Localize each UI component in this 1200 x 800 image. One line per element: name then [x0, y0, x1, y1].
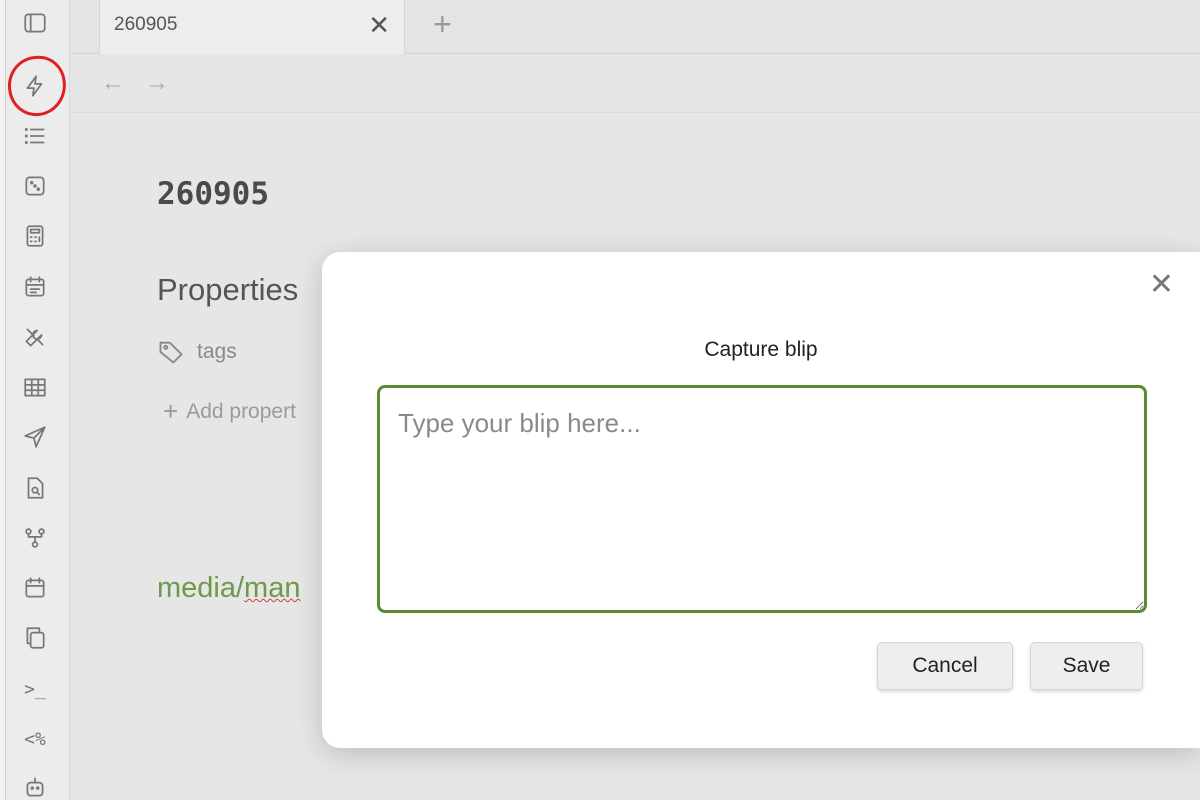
- dice-icon[interactable]: [20, 171, 50, 201]
- tools-icon[interactable]: [20, 322, 50, 352]
- add-property-label: Add propert: [186, 400, 296, 423]
- new-tab-icon[interactable]: +: [433, 6, 452, 43]
- lightning-icon[interactable]: [20, 71, 50, 101]
- tab-260905[interactable]: 260905 ✕: [99, 0, 405, 54]
- add-property-button[interactable]: + Add propert: [163, 396, 296, 427]
- send-icon[interactable]: [20, 422, 50, 452]
- terminal-icon[interactable]: >_: [20, 674, 50, 704]
- note-title[interactable]: 260905: [157, 176, 269, 212]
- table-icon[interactable]: [20, 372, 50, 402]
- save-button[interactable]: Save: [1030, 642, 1143, 690]
- modal-title: Capture blip: [704, 338, 818, 361]
- list-icon[interactable]: [20, 121, 50, 151]
- cancel-button[interactable]: Cancel: [877, 642, 1013, 690]
- media-link-prefix: media/: [157, 572, 245, 604]
- calendar-icon[interactable]: [20, 272, 50, 302]
- terminal-label: >_: [24, 678, 46, 700]
- media-link-rest: man: [244, 572, 301, 604]
- modal-close-icon[interactable]: ✕: [1149, 270, 1174, 300]
- bot-icon[interactable]: [20, 772, 50, 800]
- template-icon[interactable]: <%: [20, 724, 50, 754]
- tag-icon: [159, 341, 183, 364]
- tab-title: 260905: [114, 14, 178, 35]
- properties-heading: Properties: [157, 272, 299, 307]
- file-search-icon[interactable]: [20, 473, 50, 503]
- sidebar-toggle-icon[interactable]: [20, 8, 50, 38]
- tags-label: tags: [197, 340, 237, 363]
- media-link[interactable]: media/man: [157, 572, 300, 605]
- forward-arrow-icon[interactable]: →: [145, 69, 169, 97]
- template-label: <%: [24, 728, 46, 750]
- property-tags[interactable]: tags: [157, 338, 237, 366]
- copy-icon[interactable]: [20, 623, 50, 653]
- graph-icon[interactable]: [20, 523, 50, 553]
- plus-icon: +: [163, 396, 179, 426]
- capture-blip-modal: ✕ Capture blip Cancel Save: [322, 252, 1200, 748]
- back-arrow-icon[interactable]: ←: [101, 69, 125, 97]
- app-window: >_ <% 260905 ✕ + ← → 260905 Properties t…: [0, 0, 1200, 800]
- calculator-icon[interactable]: [20, 221, 50, 251]
- tab-close-icon[interactable]: ✕: [368, 12, 390, 38]
- tab-bar: 260905 ✕ +: [71, 0, 1200, 54]
- left-ribbon: >_ <%: [4, 0, 70, 800]
- calendar-icon[interactable]: [20, 573, 50, 603]
- blip-input[interactable]: [377, 385, 1147, 613]
- navigation-bar: ← →: [71, 55, 1200, 113]
